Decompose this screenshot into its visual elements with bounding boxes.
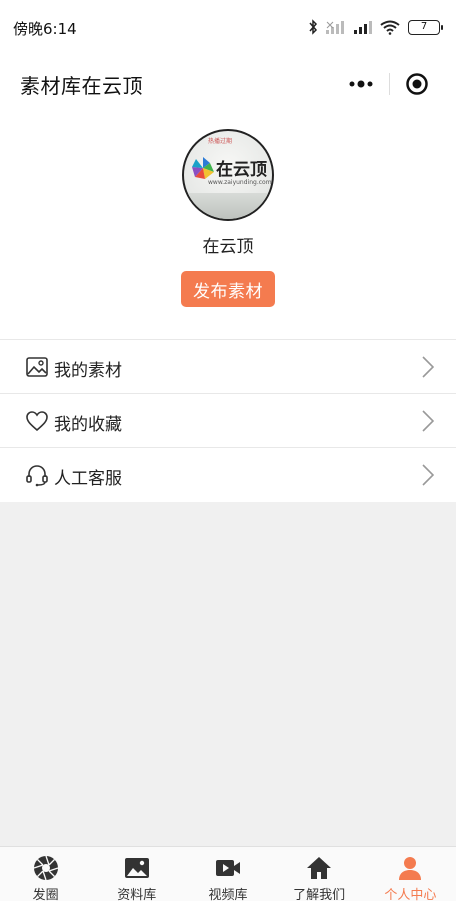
menu-item-customer-service[interactable]: 人工客服 — [0, 447, 456, 501]
headset-icon — [26, 465, 48, 487]
avatar-url-text: www.zaiyunding.com — [208, 179, 272, 186]
mini-program-capsule — [334, 65, 444, 103]
chevron-right-icon — [422, 356, 434, 378]
tab-library[interactable]: 资料库 — [91, 847, 182, 901]
status-time: 傍晚6:14 — [13, 20, 77, 38]
status-icons: 7 — [308, 17, 443, 37]
chevron-right-icon — [422, 464, 434, 486]
bottom-tab-bar: 发圈 资料库 视频库 了解我们 个人中心 — [0, 846, 456, 901]
tab-label: 了解我们 — [293, 888, 346, 901]
menu-item-my-favorites[interactable]: 我的收藏 — [0, 393, 456, 447]
profile-name: 在云顶 — [202, 237, 254, 257]
brand-logo-icon — [192, 157, 214, 179]
tab-about-us[interactable]: 了解我们 — [274, 847, 365, 901]
tab-moments[interactable]: 发圈 — [0, 847, 91, 901]
home-icon — [307, 857, 332, 879]
signal-weak-icon — [326, 21, 344, 34]
user-icon — [399, 857, 422, 880]
avatar-shade — [184, 193, 272, 219]
page-title: 素材库在云顶 — [20, 74, 143, 98]
tab-label: 资料库 — [117, 888, 157, 901]
aperture-icon — [33, 855, 58, 881]
menu-item-label: 人工客服 — [54, 469, 122, 489]
avatar-brand-text: 在云顶 — [216, 160, 267, 180]
chevron-right-icon — [422, 410, 434, 432]
menu-item-label: 我的素材 — [54, 361, 122, 381]
image-icon — [26, 357, 48, 377]
heart-icon — [26, 411, 48, 432]
tab-label: 个人中心 — [384, 888, 437, 901]
tab-profile-center[interactable]: 个人中心 — [365, 847, 456, 901]
video-icon — [215, 860, 240, 876]
target-icon — [405, 73, 428, 95]
image-icon — [124, 858, 149, 878]
bluetooth-icon — [309, 19, 318, 35]
menu-item-label: 我的收藏 — [54, 415, 122, 435]
status-bar: 傍晚6:14 7 — [0, 0, 456, 52]
publish-material-button[interactable]: 发布素材 — [181, 271, 275, 307]
tab-label: 视频库 — [208, 888, 248, 901]
signal-icon — [354, 21, 372, 34]
tab-video-library[interactable]: 视频库 — [182, 847, 273, 901]
wifi-icon — [380, 20, 400, 35]
avatar[interactable]: 热播过期 在云顶 www.zaiyunding.com — [182, 129, 274, 221]
more-button[interactable] — [334, 65, 389, 103]
more-dots-icon — [349, 80, 373, 88]
battery-indicator: 7 — [408, 19, 443, 35]
menu-item-my-materials[interactable]: 我的素材 — [0, 339, 456, 393]
tab-label: 发圈 — [32, 888, 59, 901]
avatar-top-text: 热播过期 — [208, 138, 233, 145]
close-program-button[interactable] — [389, 65, 444, 103]
